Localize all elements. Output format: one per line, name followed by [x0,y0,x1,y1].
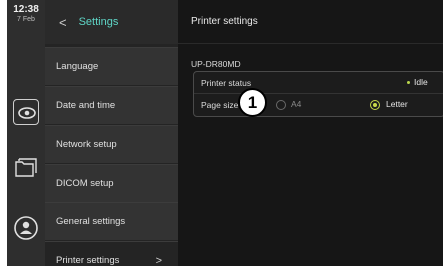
printer-status-label: Printer status [201,77,252,88]
menu-item-label: Date and time [56,100,116,111]
menu-item-network-setup[interactable]: Network setup [45,125,178,163]
clock-date: 7 Feb [17,16,35,23]
settings-header: < Settings [45,0,178,44]
option-letter-label[interactable]: Letter [386,99,408,109]
page-size-row: Page size A4 Letter [194,94,443,116]
chevron-right-icon: > [155,254,162,266]
callout-marker: 1 [238,88,267,117]
live-view-button[interactable] [13,99,39,125]
user-button[interactable] [13,215,39,241]
menu-item-printer-settings[interactable]: Printer settings > [45,241,178,266]
printer-name: UP-DR80MD [191,59,241,69]
clock-time: 12:38 [13,4,39,15]
menu-item-label: Network setup [56,139,117,150]
printer-status-row: Printer status Idle [194,72,443,94]
back-icon[interactable]: < [59,15,67,30]
live-view-icon [18,107,36,119]
printer-card: Printer status Idle Page size A4 Letter [193,71,443,117]
option-a4-label[interactable]: A4 [291,99,301,109]
radio-a4[interactable] [276,100,286,110]
page-size-label: Page size [201,100,239,110]
files-icon [15,158,37,177]
clock: 12:38 7 Feb [7,0,45,42]
printer-status-value: Idle [414,77,428,87]
settings-menu: < Settings Language Date and time Networ… [45,0,178,266]
menu-item-date-and-time[interactable]: Date and time [45,86,178,124]
page-title: Printer settings [178,0,443,44]
radio-letter[interactable] [370,100,380,110]
menu-item-label: Language [56,61,99,72]
left-rail: 12:38 7 Feb [7,0,45,266]
menu-item-label: General settings [56,216,126,227]
menu-item-dicom-setup[interactable]: DICOM setup [45,164,178,202]
menu-item-label: Printer settings [56,255,120,266]
printer-settings-panel: Printer settings UP-DR80MD Printer statu… [178,0,443,266]
user-icon [14,216,38,240]
status-dot-icon [407,81,410,84]
menu-item-language[interactable]: Language [45,47,178,85]
menu-item-general-settings[interactable]: General settings [45,202,178,240]
files-button[interactable] [13,155,39,181]
menu-item-label: DICOM setup [56,178,114,189]
settings-title: Settings [78,16,119,28]
